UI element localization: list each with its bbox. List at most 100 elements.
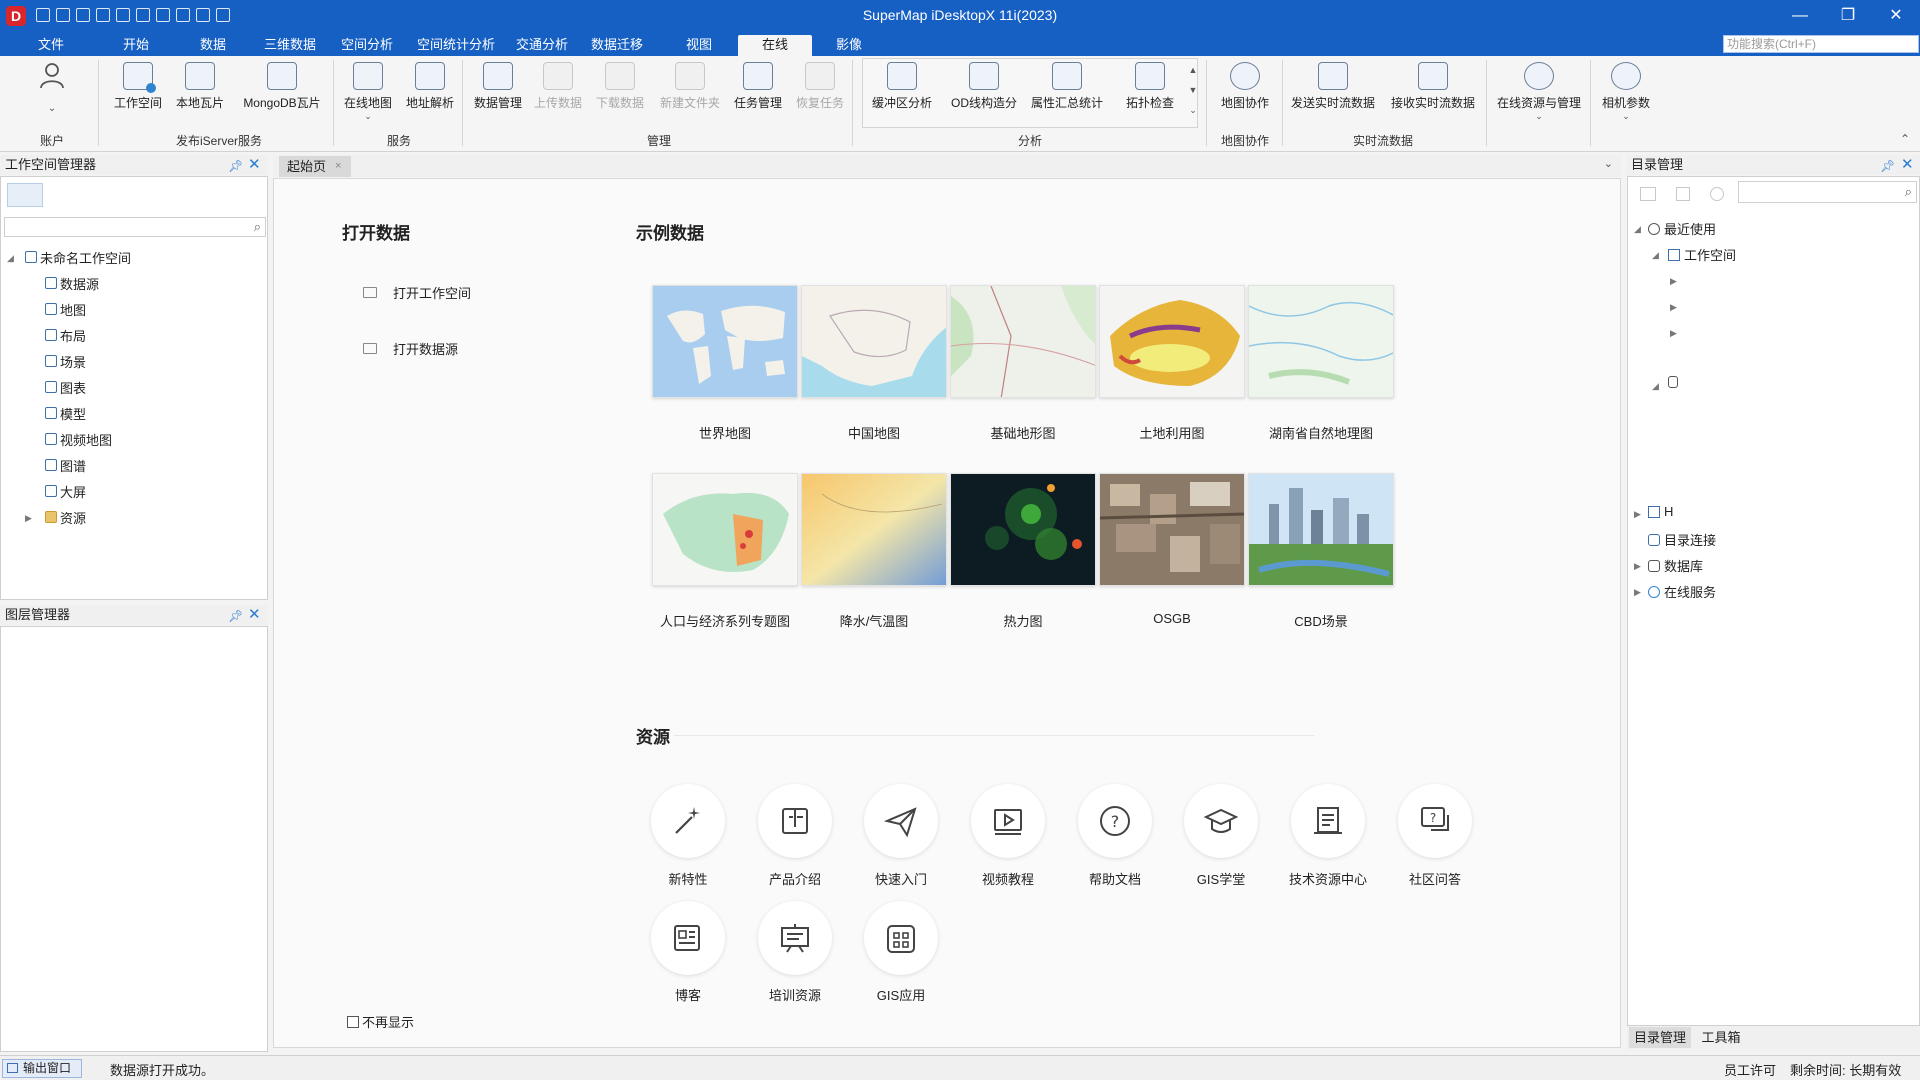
expand-icon[interactable]: ▶ [1670, 302, 1677, 313]
resource-tech-center[interactable] [1291, 784, 1365, 858]
workspace-root[interactable]: 未命名工作空间 [25, 248, 131, 266]
collapse-ribbon-icon[interactable]: ⌃ [1900, 132, 1910, 146]
mongodb-tile-button[interactable]: MongoDB瓦片 [236, 60, 328, 122]
sample-land-use[interactable] [1099, 285, 1245, 398]
send-stream-button[interactable]: 发送实时流数据 [1286, 60, 1380, 122]
sample-world-map[interactable] [652, 285, 798, 398]
tab-start[interactable]: 开始 [115, 35, 157, 56]
sample-population-economy[interactable] [652, 473, 798, 586]
close-panel-icon[interactable]: ✕ [248, 605, 261, 625]
resource-video-tutorial[interactable] [971, 784, 1045, 858]
resource-gis-academy[interactable] [1184, 784, 1258, 858]
download-data-button[interactable]: 下载数据 [592, 60, 648, 122]
close-panel-icon[interactable]: ✕ [1901, 155, 1914, 175]
restore-task-button[interactable]: 恢复任务 [792, 60, 848, 122]
data-manage-button[interactable]: 数据管理 [470, 60, 526, 122]
catalog-search-input[interactable]: ⌕ [1738, 181, 1917, 203]
expand-icon[interactable]: ▶ [1634, 561, 1641, 572]
minimize-button[interactable]: — [1777, 0, 1823, 32]
od-line-button[interactable]: OD线构造分 [944, 60, 1024, 122]
open-datasource-link[interactable]: 打开数据源 [363, 339, 458, 358]
catalog-recent-workspace[interactable]: 工作空间 [1668, 245, 1736, 264]
resource-blog[interactable] [651, 901, 725, 975]
online-resource-button[interactable]: 在线资源与管理 ⌄ [1492, 60, 1586, 122]
task-manage-button[interactable]: 任务管理 [730, 60, 786, 122]
expand-icon[interactable]: ◢ [1652, 381, 1659, 392]
tree-item-layout[interactable]: 布局 [45, 326, 86, 344]
expand-icon[interactable]: ▶ [25, 513, 32, 524]
function-search-input[interactable]: 功能搜索(Ctrl+F) [1723, 35, 1919, 53]
dont-show-checkbox[interactable] [347, 1015, 359, 1028]
open-workspace-link[interactable]: 打开工作空间 [363, 283, 471, 302]
gallery-scroll[interactable]: ▲ ▼ ⌄ [1188, 60, 1198, 126]
catalog-database[interactable]: 数据库 [1648, 556, 1703, 575]
resource-help-docs[interactable]: ? [1078, 784, 1152, 858]
resource-product-intro[interactable] [758, 784, 832, 858]
tab-3d-data[interactable]: 三维数据 [258, 35, 322, 56]
sample-basic-terrain[interactable] [950, 285, 1096, 398]
workspace-search-input[interactable]: ⌕ [4, 217, 266, 237]
new-folder-button[interactable]: 新建文件夹 [656, 60, 724, 122]
resource-training[interactable] [758, 901, 832, 975]
attribute-stats-button[interactable]: 属性汇总统计 [1026, 60, 1108, 122]
expand-icon[interactable]: ▶ [1634, 587, 1641, 598]
tree-item-model[interactable]: 模型 [45, 404, 86, 422]
pin-icon[interactable]: 📌︎ [1880, 156, 1895, 176]
topology-check-button[interactable]: 拓扑检查 [1118, 60, 1182, 122]
tab-traffic-analysis[interactable]: 交通分析 [510, 35, 574, 56]
sample-osgb[interactable] [1099, 473, 1245, 586]
receive-stream-button[interactable]: 接收实时流数据 [1386, 60, 1480, 122]
refresh-icon[interactable] [1710, 187, 1724, 201]
restore-button[interactable]: ❐ [1825, 0, 1871, 32]
catalog-recent[interactable]: 最近使用 [1648, 219, 1716, 238]
sample-cbd-scene[interactable] [1248, 473, 1394, 586]
resource-quick-start[interactable] [864, 784, 938, 858]
expand-icon[interactable]: ◢ [7, 253, 14, 264]
resource-community-qa[interactable]: ? [1398, 784, 1472, 858]
tab-list-icon[interactable]: ⌄ [1604, 157, 1613, 170]
tab-view[interactable]: 视图 [678, 35, 720, 56]
buffer-analysis-button[interactable]: 缓冲区分析 [868, 60, 936, 122]
tree-item-map[interactable]: 地图 [45, 300, 86, 318]
tab-spatial-statistics[interactable]: 空间统计分析 [412, 35, 500, 56]
sample-china-map[interactable] [801, 285, 947, 398]
catalog-home[interactable]: H [1648, 504, 1673, 519]
tab-start-page[interactable]: 起始页 × [279, 156, 351, 177]
tab-spatial-analysis[interactable]: 空间分析 [334, 35, 400, 56]
account-button[interactable]: ⌄ [32, 60, 72, 122]
output-window-button[interactable]: 输出窗口 [2, 1059, 82, 1078]
pin-icon[interactable]: 📌︎ [228, 156, 243, 176]
tree-item-datasource[interactable]: 数据源 [45, 274, 99, 292]
geocode-button[interactable]: 地址解析 [402, 60, 458, 122]
map-collab-button[interactable]: 地图协作 [1212, 60, 1278, 122]
add-folder-icon[interactable] [1640, 187, 1656, 201]
tab-file[interactable]: 文件 [30, 35, 72, 56]
expand-icon[interactable]: ▶ [1634, 509, 1641, 520]
tab-data[interactable]: 数据 [192, 35, 234, 56]
sample-hunan-physical[interactable] [1248, 285, 1394, 398]
local-tile-button[interactable]: 本地瓦片 [172, 60, 228, 122]
pin-icon[interactable]: 📌︎ [228, 606, 243, 626]
tab-data-migration[interactable]: 数据迁移 [584, 35, 650, 56]
upload-data-button[interactable]: 上传数据 [530, 60, 586, 122]
resource-gis-apps[interactable] [864, 901, 938, 975]
online-map-button[interactable]: 在线地图 ⌄ [340, 60, 396, 122]
resource-new-features[interactable] [651, 784, 725, 858]
catalog-online-service[interactable]: 在线服务 [1648, 582, 1716, 601]
expand-icon[interactable]: ▶ [1670, 276, 1677, 287]
tree-item-chart[interactable]: 图表 [45, 378, 86, 396]
tab-toolbox[interactable]: 工具箱 [1695, 1027, 1747, 1048]
workspace-view-tab[interactable] [7, 183, 43, 207]
camera-params-button[interactable]: 相机参数 ⌄ [1596, 60, 1656, 122]
catalog-dir-connection[interactable]: 目录连接 [1648, 530, 1716, 549]
tree-item-dashboard[interactable]: 大屏 [45, 482, 86, 500]
catalog-recent-datasource[interactable] [1668, 376, 1678, 388]
close-button[interactable]: ✕ [1873, 0, 1919, 32]
sample-precip-temp[interactable] [801, 473, 947, 586]
delete-icon[interactable] [1676, 187, 1690, 201]
tab-online[interactable]: 在线 [738, 35, 812, 56]
tree-item-scene[interactable]: 场景 [45, 352, 86, 370]
dont-show-again[interactable]: 不再显示 [347, 1012, 414, 1031]
close-panel-icon[interactable]: ✕ [248, 155, 261, 175]
expand-icon[interactable]: ◢ [1652, 250, 1659, 261]
